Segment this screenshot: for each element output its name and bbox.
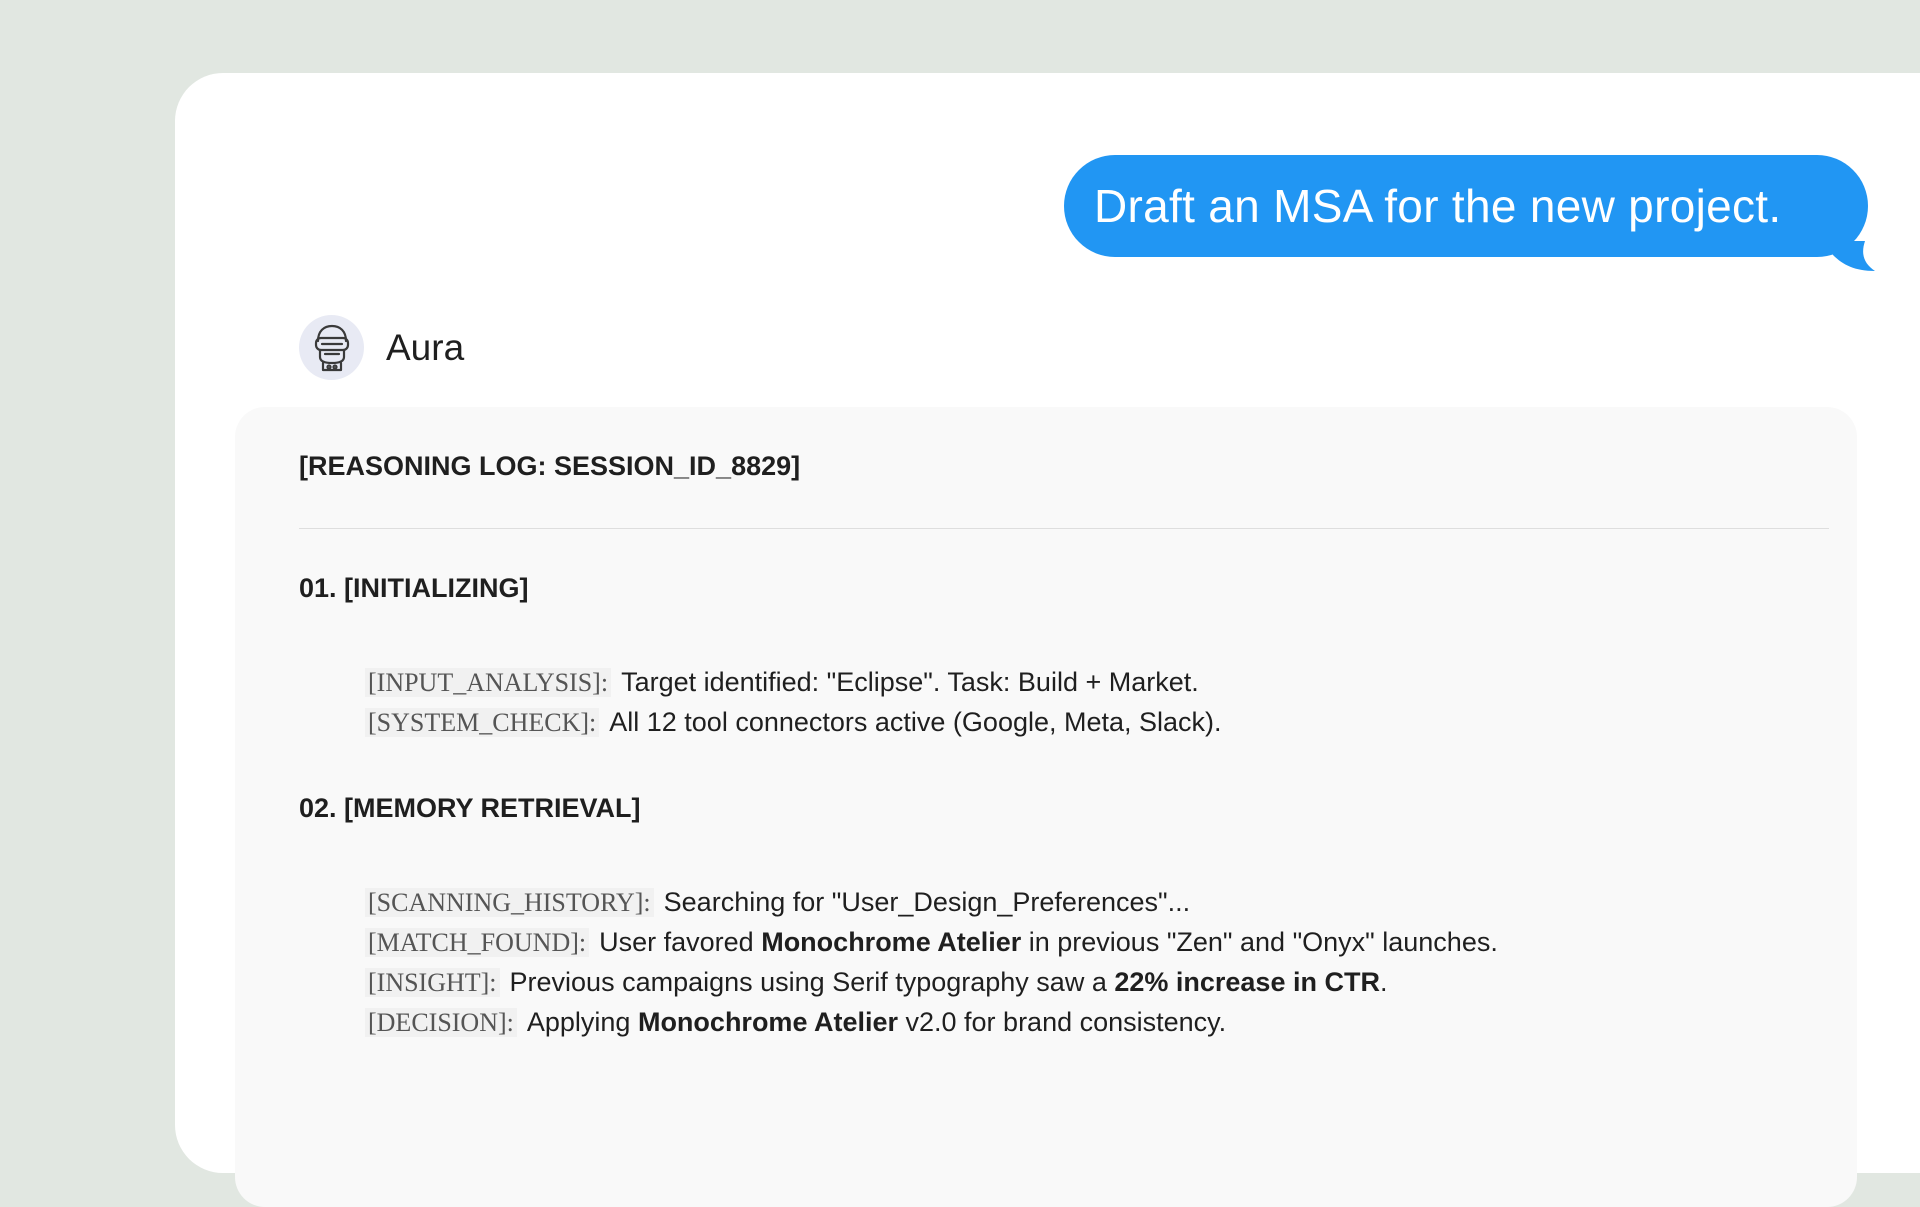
user-message-bubble: Draft an MSA for the new project. [1064, 155, 1868, 257]
chat-window: Draft an MSA for the new project. Aura [… [175, 73, 1920, 1207]
user-message-text: Draft an MSA for the new project. [1094, 180, 1782, 232]
log-text: in previous "Zen" and "Onyx" launches. [1021, 927, 1498, 957]
log-text: . [1379, 967, 1388, 997]
log-highlight: 22% increase in CTR [1114, 967, 1380, 997]
log-text: Applying [526, 1007, 638, 1037]
bubble-tail-icon [1825, 241, 1875, 271]
log-text: All 12 tool connectors active (Google, M… [609, 707, 1222, 737]
log-line: [MATCH_FOUND]: User favored Monochrome At… [365, 927, 1498, 958]
log-line: [INSIGHT]: Previous campaigns using Serif… [365, 967, 1387, 998]
assistant-header: Aura [299, 315, 464, 380]
log-highlight: Monochrome Atelier [761, 927, 1022, 957]
log-highlight: Monochrome Atelier [637, 1007, 898, 1037]
section-heading: 01. [INITIALIZING] [299, 573, 529, 603]
robot-icon [314, 324, 349, 371]
reasoning-log-card: [REASONING LOG: SESSION_ID_8829] 01. [IN… [235, 407, 1857, 1207]
assistant-avatar [299, 315, 364, 380]
assistant-name: Aura [386, 326, 465, 368]
log-text: Target identified: "Eclipse". Task: Buil… [621, 667, 1199, 697]
log-tag: [SYSTEM_CHECK]: [365, 708, 600, 737]
log-line: [SYSTEM_CHECK]: All 12 tool connectors ac… [365, 707, 1222, 738]
log-line: [DECISION]: Applying Monochrome Atelier v… [365, 1007, 1226, 1038]
log-tag: [INPUT_ANALYSIS]: [365, 668, 612, 697]
log-text: v2.0 for brand consistency. [898, 1007, 1227, 1037]
log-line: [SCANNING_HISTORY]: Searching for "User_D… [365, 887, 1190, 918]
log-text: Previous campaigns using Serif typograph… [509, 967, 1115, 997]
log-text: Searching for "User_Design_Preferences".… [663, 887, 1191, 917]
log-tag: [SCANNING_HISTORY]: [365, 888, 654, 917]
divider [299, 528, 1829, 529]
log-line: [INPUT_ANALYSIS]: Target identified: "Ecl… [365, 667, 1199, 698]
log-text: User favored [599, 927, 762, 957]
log-tag: [DECISION]: [365, 1008, 517, 1037]
section-heading: 02. [MEMORY RETRIEVAL] [299, 793, 641, 823]
log-tag: [MATCH_FOUND]: [365, 928, 590, 957]
log-tag: [INSIGHT]: [365, 968, 500, 997]
log-title: [REASONING LOG: SESSION_ID_8829] [299, 451, 801, 481]
